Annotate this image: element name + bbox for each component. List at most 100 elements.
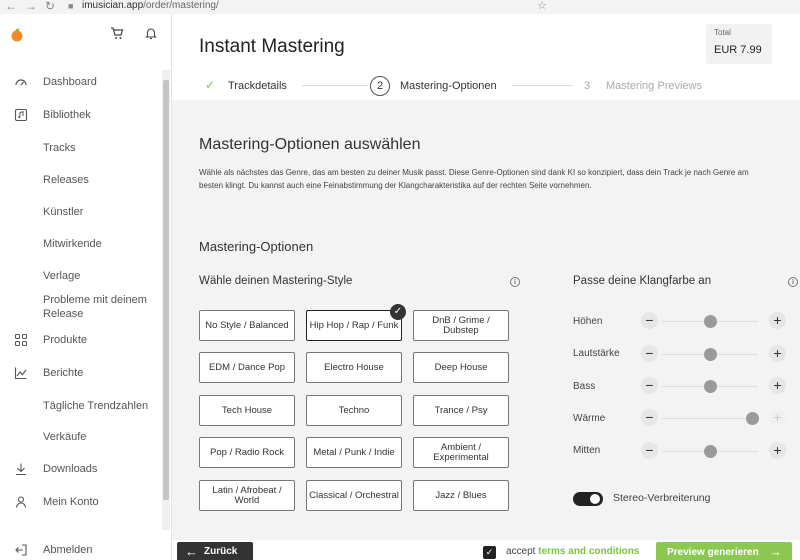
toggle-knob [590,494,600,504]
decrease-lautstaerke-button[interactable]: − [641,345,658,362]
options-title: Mastering-Optionen [199,239,314,254]
music-library-icon [13,108,29,124]
slider-label-hoehen: Höhen [573,316,603,327]
slider-label-mitten: Mitten [573,445,601,456]
style-option-jazz[interactable]: Jazz / Blues [413,480,509,511]
step-number: 3 [584,80,591,92]
content-area: Mastering-Optionen auswählen Wähle als n… [172,100,800,540]
sidebar-item-label: Produkte [43,334,88,346]
browser-bar: ← → ↻ ■ imusician.app/order/mastering/ ☆ [0,0,800,14]
style-option-metal[interactable]: Metal / Punk / Indie [306,437,402,468]
increase-mitten-button[interactable]: + [769,442,786,459]
forward-arrow-icon[interactable]: → [25,0,37,13]
sidebar-item-label: Mein Konto [43,496,99,508]
step-mastering-optionen[interactable]: 2 Mastering-Optionen [368,75,508,97]
info-icon[interactable]: i [788,277,798,287]
lock-icon: ■ [68,1,74,11]
sidebar-item-label: Mitwirkende [43,238,102,250]
bell-icon[interactable] [144,26,158,43]
logout-icon [13,543,29,559]
increase-waerme-button[interactable]: + [769,409,786,426]
step-label: Mastering-Optionen [400,80,497,92]
style-option-pop[interactable]: Pop / Radio Rock [199,437,295,468]
sidebar-item-label: Releases [43,174,89,186]
logout-label: Abmelden [43,544,93,556]
back-button[interactable]: ← Zurück [177,542,253,560]
style-option-trance[interactable]: Trance / Psy [413,395,509,426]
slider-thumb-mitten[interactable] [703,445,717,458]
sidebar-item-label: Tägliche Trendzahlen [43,400,149,412]
decrease-mitten-button[interactable]: − [641,442,658,459]
stereo-toggle[interactable] [573,492,603,506]
scrollbar-thumb[interactable] [163,80,169,500]
slider-thumb-waerme[interactable] [745,412,759,425]
page-header: Instant Mastering Total EUR 7.99 ✓ Track… [172,14,800,100]
stereo-label: Stereo-Verbreiterung [613,492,711,504]
total-label: Total [714,28,731,37]
terms-link[interactable]: terms and conditions [538,546,639,557]
back-label: Zurück [204,546,238,557]
style-option-tech-house[interactable]: Tech House [199,395,295,426]
increase-hoehen-button[interactable]: + [769,312,786,329]
style-option-ambient[interactable]: Ambient / Experimental [413,437,509,468]
step-label: Trackdetails [228,80,287,92]
sidebar-item-label: Dashboard [43,76,97,88]
address-bar[interactable]: imusician.app/order/mastering/ [82,0,219,11]
sidebar-item-label: Probleme mit deinem Release [43,294,147,320]
bookmark-star-icon[interactable]: ☆ [537,0,547,12]
decrease-hoehen-button[interactable]: − [641,312,658,329]
style-option-classical[interactable]: Classical / Orchestral [306,480,402,511]
user-icon [13,495,29,511]
decrease-waerme-button[interactable]: − [641,409,658,426]
step-connector [302,85,368,86]
sidebar-item-label: Verkäufe [43,431,87,443]
section-description: Wähle als nächstes das Genre, das am bes… [199,168,749,190]
grid-icon [13,333,29,349]
sidebar-item-label: Verlage [43,270,81,282]
step-number: 2 [370,76,390,96]
slider-label-waerme: Wärme [573,413,606,424]
step-label: Mastering Previews [606,80,702,92]
sidebar-item-label: Tracks [43,142,76,154]
slider-label-bass: Bass [573,381,596,392]
slider-thumb-hoehen[interactable] [703,315,717,328]
increase-bass-button[interactable]: + [769,377,786,394]
sidebar-item-label: Bibliothek [43,109,91,121]
style-option-hiphop[interactable]: Hip Hop / Rap / Funk ✓ [306,304,406,341]
accept-terms-checkbox[interactable]: ✓ [483,546,496,559]
step-trackdetails[interactable]: ✓ Trackdetails [195,75,297,97]
preview-generate-button[interactable]: Preview generieren → [656,542,792,560]
style-option-dnb[interactable]: DnB / Grime / Dubstep [413,310,509,341]
slider-track-waerme[interactable] [662,418,758,419]
decrease-bass-button[interactable]: − [641,377,658,394]
selected-check-icon: ✓ [390,304,406,320]
main-panel: Instant Mastering Total EUR 7.99 ✓ Track… [172,14,800,560]
checkmark-icon: ✓ [205,78,216,92]
slider-thumb-lautstaerke[interactable] [703,348,717,361]
style-option-deep-house[interactable]: Deep House [413,352,509,383]
accept-terms-text: accept terms and conditions [506,546,640,557]
style-option-electro-house[interactable]: Electro House [306,352,402,383]
arrow-left-icon: ← [185,544,198,559]
increase-lautstaerke-button[interactable]: + [769,345,786,362]
step-mastering-previews: 3 Mastering Previews [576,75,716,97]
reload-icon[interactable]: ↻ [45,0,55,13]
style-option-techno[interactable]: Techno [306,395,402,426]
page-title: Instant Mastering [199,36,345,57]
style-option-edm[interactable]: EDM / Dance Pop [199,352,295,383]
style-option-latin[interactable]: Latin / Afrobeat / World [199,480,295,511]
back-arrow-icon[interactable]: ← [5,0,17,13]
app-logo-icon[interactable] [10,28,24,42]
slider-label-lautstaerke: Lautstärke [573,348,620,359]
style-option-no-style[interactable]: No Style / Balanced [199,310,295,341]
download-icon [13,462,29,478]
footer-bar: ← Zurück ✓ accept terms and conditions P… [172,540,800,560]
sidebar-scrollbar[interactable] [162,70,170,530]
slider-thumb-bass[interactable] [703,380,717,393]
step-connector [512,85,572,86]
sidebar-item-label: Downloads [43,463,98,475]
info-icon[interactable]: i [510,277,520,287]
sidebar-item-label: Berichte [43,367,84,379]
arrow-right-icon: → [769,544,782,559]
cart-icon[interactable] [110,26,124,43]
